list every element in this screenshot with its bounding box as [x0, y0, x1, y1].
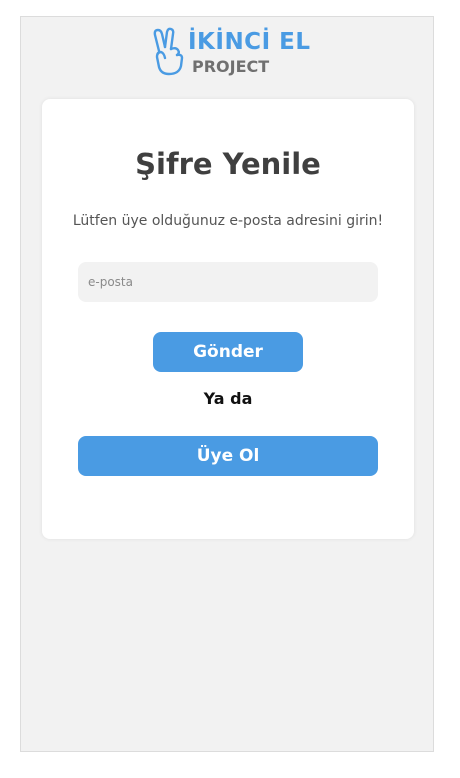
- reset-password-card: Şifre Yenile Lütfen üye olduğunuz e-post…: [42, 99, 414, 539]
- brand-logo[interactable]: İKİNCİ EL PROJECT: [152, 27, 312, 81]
- or-divider-text: Ya da: [203, 389, 253, 408]
- page-title: Şifre Yenile: [135, 147, 321, 181]
- instruction-text: Lütfen üye olduğunuz e-posta adresini gi…: [72, 213, 384, 229]
- brand-subname: PROJECT: [192, 57, 270, 76]
- send-button[interactable]: Gönder: [153, 332, 303, 372]
- page-frame: İKİNCİ EL PROJECT Şifre Yenile Lütfen üy…: [20, 16, 434, 752]
- signup-button[interactable]: Üye Ol: [78, 436, 378, 476]
- brand-name: İKİNCİ EL: [188, 29, 311, 55]
- peace-hand-icon: [153, 27, 184, 76]
- email-field[interactable]: [78, 262, 378, 302]
